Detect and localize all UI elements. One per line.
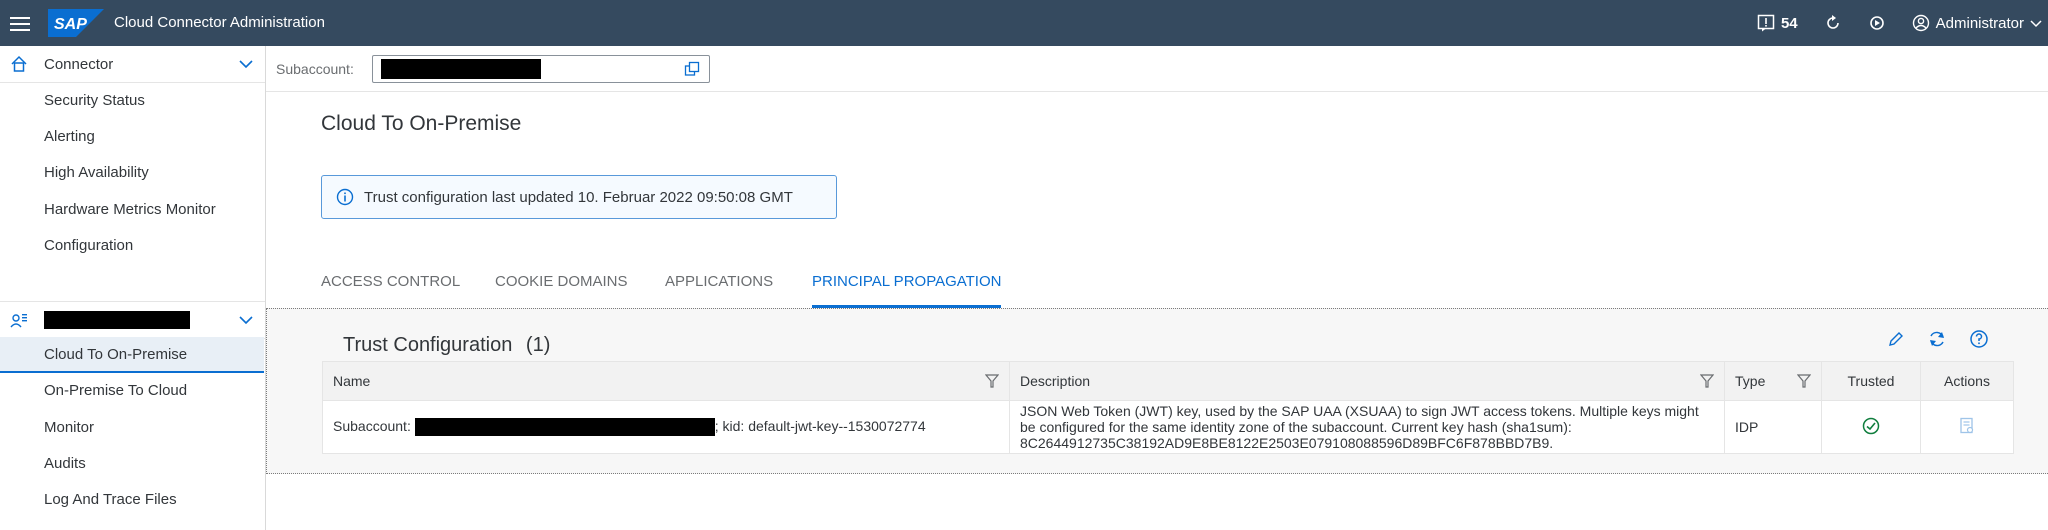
column-header-label: Description <box>1020 373 1091 389</box>
sidebar-item-security-status[interactable]: Security Status <box>44 92 145 109</box>
help-icon <box>1970 330 1988 348</box>
column-header-trusted[interactable]: Trusted <box>1821 361 1921 401</box>
cell-type: IDP <box>1724 400 1822 454</box>
table-title: Trust Configuration (1) <box>343 334 550 357</box>
table-count: (1) <box>525 334 551 356</box>
logout-button[interactable] <box>1868 14 1886 32</box>
info-icon <box>336 188 354 206</box>
sidebar-item-log-and-trace-files[interactable]: Log And Trace Files <box>44 491 177 508</box>
tab-cookie-domains[interactable]: COOKIE DOMAINS <box>495 273 628 305</box>
user-icon <box>1912 14 1929 32</box>
cell-trusted <box>1821 400 1921 454</box>
column-header-label: Name <box>333 373 371 389</box>
sidebar-item-on-premise-to-cloud[interactable]: On-Premise To Cloud <box>44 382 187 399</box>
notification-icon <box>1757 14 1775 32</box>
edit-button[interactable] <box>1887 329 1905 349</box>
table-title-text: Trust Configuration <box>343 334 513 356</box>
refresh-table-button[interactable] <box>1927 329 1947 349</box>
tab-applications[interactable]: APPLICATIONS <box>665 273 773 305</box>
column-header-description[interactable]: Description <box>1009 361 1725 401</box>
sidebar-item-high-availability[interactable]: High Availability <box>44 164 149 181</box>
subaccount-icon <box>10 314 27 328</box>
tab-access-control[interactable]: ACCESS CONTROL <box>321 273 460 305</box>
redacted-subaccount-id <box>414 418 715 437</box>
page-title: Cloud To On-Premise <box>321 112 522 135</box>
sidebar-item-audits[interactable]: Audits <box>44 455 86 472</box>
sap-logo: SAP <box>48 9 104 37</box>
chevron-down-icon[interactable] <box>239 57 253 71</box>
pencil-icon <box>1889 332 1903 346</box>
tab-principal-propagation[interactable]: PRINCIPAL PROPAGATION <box>812 273 1002 308</box>
sidebar-item-cloud-to-on-premise[interactable]: Cloud To On-Premise <box>44 346 187 363</box>
trust-configuration-panel: Trust Configuration (1) Name Description… <box>266 308 2048 474</box>
refresh-button[interactable] <box>1824 14 1842 32</box>
subaccount-selector[interactable] <box>372 55 710 83</box>
table-row[interactable]: Subaccount: ; kid: default-jwt-key--1530… <box>322 400 2014 454</box>
sidebar-item-alerting[interactable]: Alerting <box>44 128 95 145</box>
notifications-button[interactable]: 54 <box>1757 14 1798 32</box>
logout-icon <box>1869 16 1884 30</box>
user-menu[interactable]: Administrator <box>1912 14 2048 32</box>
app-title: Cloud Connector Administration <box>114 14 325 31</box>
info-message-strip: Trust configuration last updated 10. Feb… <box>321 175 837 219</box>
home-icon <box>11 55 27 72</box>
sidebar-group-subaccount[interactable] <box>0 301 265 339</box>
column-header-actions: Actions <box>1920 361 2014 401</box>
sidebar-group-label: Connector <box>44 55 114 73</box>
help-button[interactable] <box>1969 329 1989 349</box>
sidebar: Connector Security Status Alerting High … <box>0 46 266 530</box>
column-header-label: Type <box>1735 373 1766 389</box>
name-prefix: Subaccount: <box>333 417 411 434</box>
column-header-type[interactable]: Type <box>1724 361 1822 401</box>
filter-icon[interactable] <box>1797 374 1811 388</box>
table-toolbar <box>1887 329 2011 349</box>
refresh-icon <box>1826 15 1839 29</box>
sidebar-item-hardware-metrics-monitor[interactable]: Hardware Metrics Monitor <box>44 201 216 218</box>
details-icon[interactable] <box>1959 417 1975 435</box>
sidebar-item-configuration[interactable]: Configuration <box>44 237 133 254</box>
redacted-subaccount-value <box>381 59 541 79</box>
info-message-text: Trust configuration last updated 10. Feb… <box>364 188 793 206</box>
redacted-subaccount-name <box>44 311 190 329</box>
cell-name: Subaccount: ; kid: default-jwt-key--1530… <box>322 400 1010 454</box>
subaccount-bar: Subaccount: <box>266 46 2048 92</box>
shell-bar: SAP Cloud Connector Administration 54 Ad… <box>0 0 2048 46</box>
chevron-down-icon <box>2030 20 2042 28</box>
main-content: Subaccount: Cloud To On-Premise Trust co… <box>266 46 2048 530</box>
filter-icon[interactable] <box>985 374 999 388</box>
notification-count: 54 <box>1780 14 1798 32</box>
sidebar-group-connector[interactable]: Connector <box>0 46 265 83</box>
subaccount-label: Subaccount: <box>276 61 354 77</box>
trust-configuration-table: Name Description Type Trusted Actions Su… <box>322 361 2014 454</box>
name-suffix: ; kid: default-jwt-key--1530072774 <box>714 417 926 434</box>
sidebar-item-monitor[interactable]: Monitor <box>44 419 94 436</box>
sync-icon <box>1930 331 1944 347</box>
value-help-icon[interactable] <box>684 61 700 77</box>
user-name: Administrator <box>1935 14 2024 32</box>
chevron-down-icon[interactable] <box>239 313 253 327</box>
filter-icon[interactable] <box>1700 374 1714 388</box>
check-circle-icon <box>1862 417 1880 434</box>
table-header-row: Name Description Type Trusted Actions <box>322 361 2014 401</box>
menu-icon[interactable] <box>10 13 30 33</box>
column-header-name[interactable]: Name <box>322 361 1010 401</box>
svg-text:SAP: SAP <box>54 16 87 33</box>
cell-description: JSON Web Token (JWT) key, used by the SA… <box>1009 400 1725 454</box>
cell-actions <box>1920 400 2014 454</box>
